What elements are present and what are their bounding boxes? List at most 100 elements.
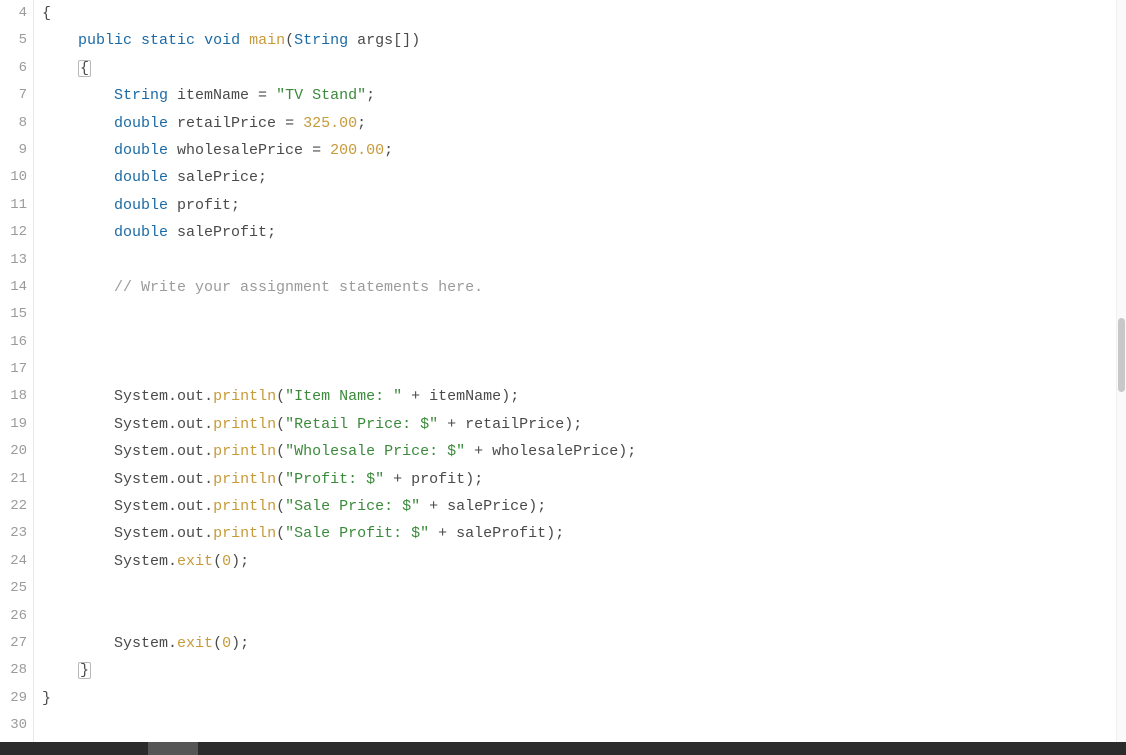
line-number: 27 xyxy=(0,630,27,657)
line-number: 16 xyxy=(0,329,27,356)
line-number: 8 xyxy=(0,110,27,137)
code-token: exit xyxy=(177,635,213,652)
code-line[interactable]: { xyxy=(34,55,1126,82)
code-token: "Sale Profit: $" xyxy=(285,525,429,542)
code-token: salePrice xyxy=(438,498,528,515)
code-line[interactable]: double wholesalePrice = 200.00; xyxy=(34,137,1126,164)
code-token: ; xyxy=(573,416,582,433)
code-line[interactable]: System.exit(0); xyxy=(34,630,1126,657)
line-number: 20 xyxy=(0,438,27,465)
vertical-scrollbar[interactable] xyxy=(1116,0,1126,742)
code-token: ; xyxy=(555,525,564,542)
code-line[interactable] xyxy=(34,603,1126,630)
code-token: { xyxy=(78,60,91,77)
code-token xyxy=(42,279,114,296)
code-line[interactable]: double salePrice; xyxy=(34,164,1126,191)
code-line[interactable] xyxy=(34,247,1126,274)
code-line[interactable]: System.out.println("Wholesale Price: $" … xyxy=(34,438,1126,465)
code-line[interactable]: } xyxy=(34,685,1126,712)
code-line[interactable]: public static void main(String args[]) xyxy=(34,27,1126,54)
code-token: "Item Name: " xyxy=(285,388,402,405)
code-token: double xyxy=(114,115,168,132)
code-token: . xyxy=(168,635,177,652)
code-token: println xyxy=(213,471,276,488)
code-line[interactable] xyxy=(34,301,1126,328)
code-token xyxy=(465,443,474,460)
code-token: System xyxy=(42,471,168,488)
line-number: 24 xyxy=(0,548,27,575)
code-token: double xyxy=(114,197,168,214)
code-token: salePrice xyxy=(168,169,258,186)
code-line[interactable]: double retailPrice = 325.00; xyxy=(34,110,1126,137)
code-line[interactable]: } xyxy=(34,657,1126,684)
code-token: ) xyxy=(618,443,627,460)
code-token: ; xyxy=(627,443,636,460)
code-token: retailPrice xyxy=(456,416,564,433)
code-token: wholesalePrice xyxy=(483,443,618,460)
line-number: 7 xyxy=(0,82,27,109)
code-token: saleProfit xyxy=(447,525,546,542)
code-token: ) xyxy=(411,32,420,49)
code-line[interactable]: // Write your assignment statements here… xyxy=(34,274,1126,301)
code-area[interactable]: { public static void main(String args[])… xyxy=(34,0,1126,742)
code-line[interactable]: System.out.println("Retail Price: $" + r… xyxy=(34,411,1126,438)
code-token: out xyxy=(177,471,204,488)
code-line[interactable]: { xyxy=(34,0,1126,27)
code-token: static xyxy=(141,32,195,49)
code-token: out xyxy=(177,498,204,515)
code-token: . xyxy=(204,443,213,460)
code-token: ) xyxy=(564,416,573,433)
code-token: ( xyxy=(276,471,285,488)
code-token: println xyxy=(213,388,276,405)
code-token xyxy=(42,60,78,77)
code-token: System xyxy=(42,416,168,433)
code-line[interactable] xyxy=(34,712,1126,739)
code-line[interactable]: System.out.println("Sale Profit: $" + sa… xyxy=(34,520,1126,547)
code-token: 0 xyxy=(222,553,231,570)
code-token: . xyxy=(204,388,213,405)
code-line[interactable]: System.out.println("Sale Price: $" + sal… xyxy=(34,493,1126,520)
code-token: ; xyxy=(240,635,249,652)
line-number: 19 xyxy=(0,411,27,438)
code-token: ( xyxy=(276,443,285,460)
code-line[interactable] xyxy=(34,329,1126,356)
code-token: 0 xyxy=(222,635,231,652)
code-token: String xyxy=(294,32,348,49)
code-token: . xyxy=(168,443,177,460)
code-line[interactable]: System.out.println("Profit: $" + profit)… xyxy=(34,466,1126,493)
code-token xyxy=(42,115,114,132)
code-token: System xyxy=(42,443,168,460)
code-token: "TV Stand" xyxy=(276,87,366,104)
code-line[interactable]: double profit; xyxy=(34,192,1126,219)
code-token: { xyxy=(42,5,51,22)
code-token: + xyxy=(429,498,438,515)
code-token: String xyxy=(114,87,168,104)
code-token: . xyxy=(168,525,177,542)
code-token: println xyxy=(213,498,276,515)
line-number: 28 xyxy=(0,657,27,684)
code-line[interactable]: System.exit(0); xyxy=(34,548,1126,575)
code-token: ) xyxy=(501,388,510,405)
horizontal-scrollbar-thumb[interactable] xyxy=(148,742,198,755)
vertical-scrollbar-thumb[interactable] xyxy=(1118,318,1125,392)
code-line[interactable] xyxy=(34,575,1126,602)
horizontal-scrollbar[interactable] xyxy=(0,742,1126,755)
code-token: ; xyxy=(357,115,366,132)
code-token: ; xyxy=(231,197,240,214)
code-line[interactable]: System.out.println("Item Name: " + itemN… xyxy=(34,383,1126,410)
code-token: "Wholesale Price: $" xyxy=(285,443,465,460)
code-token xyxy=(132,32,141,49)
code-token: ; xyxy=(258,169,267,186)
code-line[interactable]: double saleProfit; xyxy=(34,219,1126,246)
line-number: 22 xyxy=(0,493,27,520)
code-line[interactable] xyxy=(34,356,1126,383)
code-token: ) xyxy=(465,471,474,488)
code-token: main xyxy=(249,32,285,49)
code-token: = xyxy=(312,142,321,159)
code-token: println xyxy=(213,525,276,542)
code-editor[interactable]: 4567891011121314151617181920212223242526… xyxy=(0,0,1126,742)
line-number: 29 xyxy=(0,685,27,712)
code-token: "Retail Price: $" xyxy=(285,416,438,433)
line-number: 14 xyxy=(0,274,27,301)
code-line[interactable]: String itemName = "TV Stand"; xyxy=(34,82,1126,109)
